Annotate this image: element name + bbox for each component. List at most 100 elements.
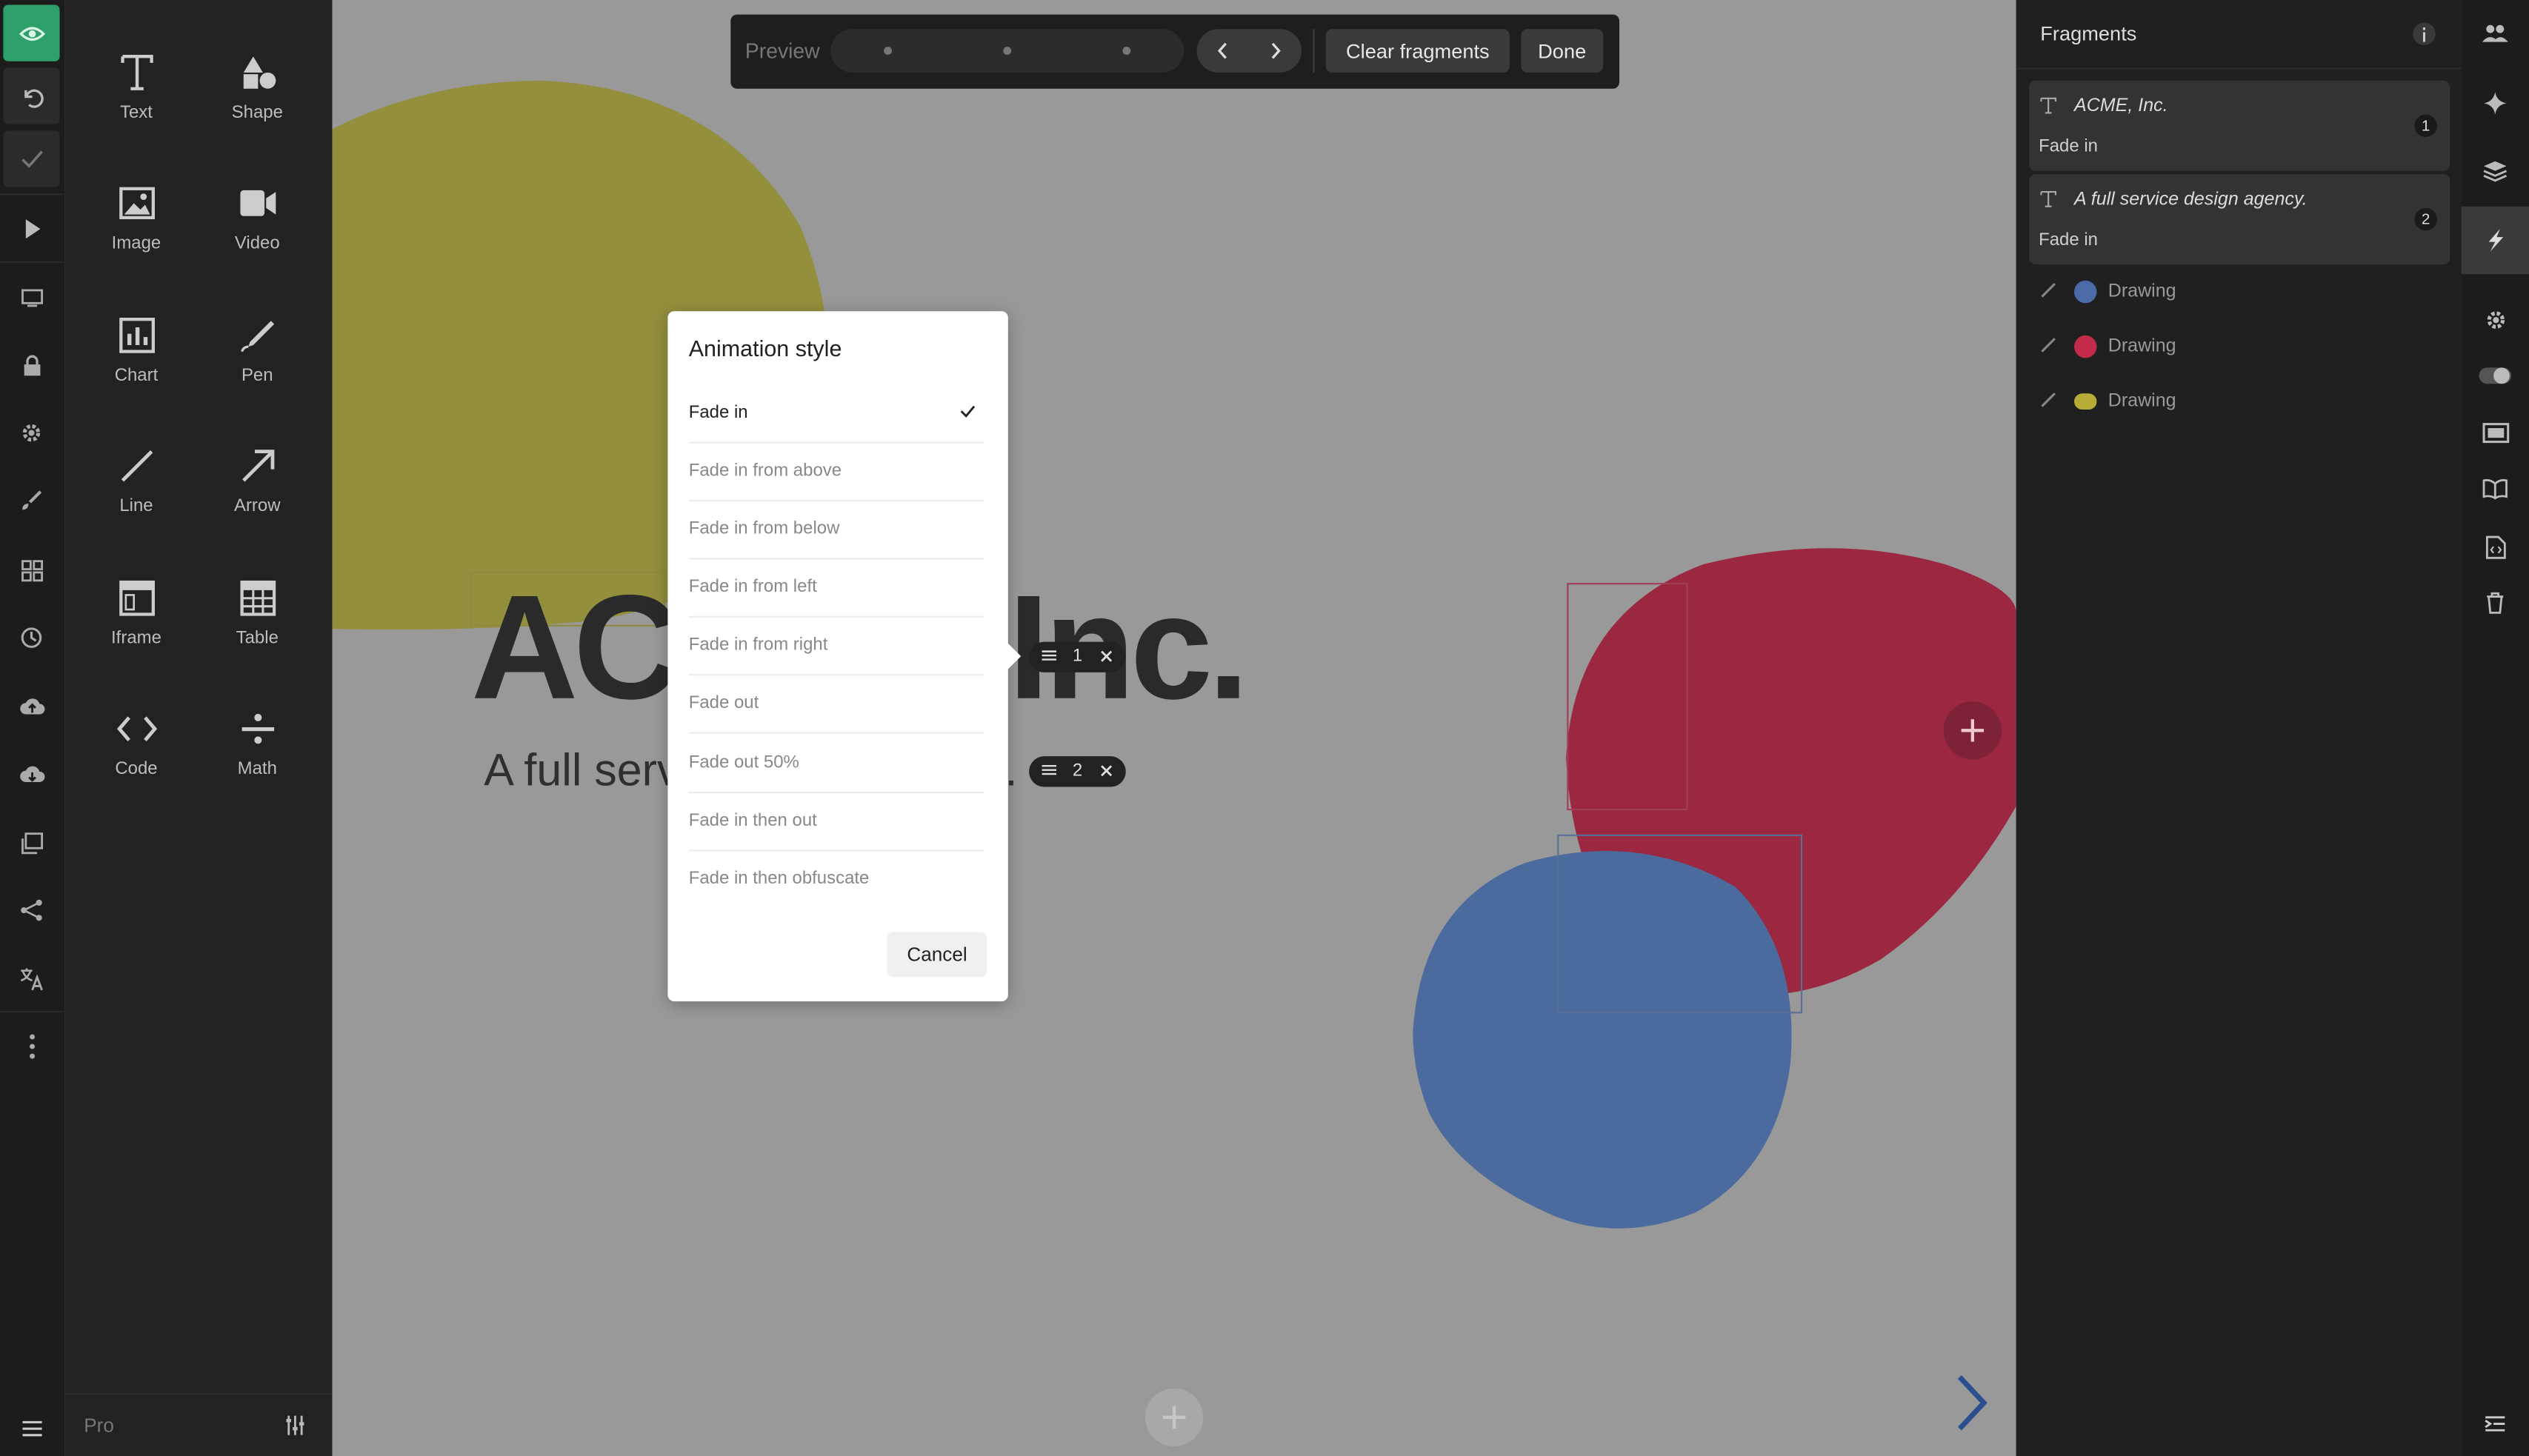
arrow-tool[interactable]: Arrow bbox=[197, 429, 318, 541]
fragment-animation[interactable]: Fade in bbox=[2039, 137, 2098, 156]
fragment-item[interactable]: ACME, Inc. Fade in 1 bbox=[2029, 80, 2450, 171]
toggle-icon[interactable] bbox=[2466, 347, 2524, 404]
tool-label: Pen bbox=[241, 366, 273, 386]
check-icon[interactable] bbox=[3, 130, 60, 187]
shape-tool[interactable]: Shape bbox=[197, 36, 318, 148]
clear-fragments-button[interactable]: Clear fragments bbox=[1325, 29, 1510, 73]
translate-icon[interactable] bbox=[3, 949, 59, 1006]
option-fade-in-from-below[interactable]: Fade in from below bbox=[688, 500, 984, 560]
slide-subtitle-left[interactable]: A full serv bbox=[484, 745, 679, 797]
option-fade-in-then-out[interactable]: Fade in then out bbox=[688, 792, 984, 852]
option-label: Fade out 50% bbox=[688, 752, 799, 772]
option-fade-in-from-right[interactable]: Fade in from right bbox=[688, 616, 984, 676]
option-label: Fade in then out bbox=[688, 811, 817, 831]
close-icon[interactable] bbox=[1100, 649, 1113, 662]
image-tool[interactable]: Image bbox=[76, 166, 196, 278]
text-fragment-icon bbox=[2040, 190, 2057, 208]
done-button[interactable]: Done bbox=[1521, 29, 1604, 73]
add-slide-right-button[interactable] bbox=[1943, 701, 2002, 760]
pen-icon bbox=[2040, 392, 2056, 408]
iframe-tool[interactable]: Iframe bbox=[76, 561, 196, 674]
tool-label: Iframe bbox=[111, 629, 161, 649]
add-slide-below-button[interactable] bbox=[1144, 1388, 1204, 1447]
preview-label: Preview bbox=[744, 39, 820, 63]
book-icon[interactable] bbox=[2466, 460, 2524, 518]
cloud-download-icon[interactable] bbox=[3, 745, 59, 801]
timeline-dot[interactable] bbox=[884, 47, 893, 56]
table-tool[interactable]: Table bbox=[197, 561, 318, 674]
chevron-left-icon[interactable] bbox=[1216, 42, 1229, 60]
tool-label: Line bbox=[119, 496, 153, 516]
fragment-item[interactable]: A full service design agency. Fade in 2 bbox=[2029, 174, 2450, 265]
monitor-icon[interactable] bbox=[3, 270, 59, 326]
cancel-button[interactable]: Cancel bbox=[887, 932, 987, 978]
pen-tool[interactable]: Pen bbox=[197, 298, 318, 411]
lightning-icon[interactable] bbox=[2461, 206, 2529, 275]
drawing-item[interactable]: Drawing bbox=[2029, 270, 2450, 318]
math-tool[interactable]: Math bbox=[197, 692, 318, 804]
layers-icon[interactable] bbox=[2466, 142, 2524, 200]
menu-icon[interactable] bbox=[3, 1400, 59, 1456]
chart-tool[interactable]: Chart bbox=[76, 298, 196, 411]
sparkle-icon[interactable] bbox=[2466, 74, 2524, 132]
more-vertical-icon[interactable] bbox=[3, 1018, 59, 1074]
chevron-right-icon[interactable] bbox=[1270, 42, 1282, 60]
option-label: Fade in from right bbox=[688, 635, 828, 655]
option-fade-out[interactable]: Fade out bbox=[688, 674, 984, 734]
code-tool[interactable]: Code bbox=[76, 692, 196, 804]
option-fade-in[interactable]: Fade in bbox=[688, 384, 984, 444]
math-icon bbox=[239, 704, 275, 752]
line-icon bbox=[119, 442, 154, 490]
eye-icon[interactable] bbox=[3, 4, 60, 61]
fragment-pill[interactable]: 1 bbox=[1029, 641, 1126, 672]
info-icon[interactable] bbox=[2413, 22, 2436, 45]
drag-handle-icon[interactable] bbox=[1042, 648, 1057, 663]
timeline-dot[interactable] bbox=[1122, 47, 1131, 56]
fragments-panel: Fragments ACME, Inc. Fade in 1 A full se… bbox=[2016, 0, 2462, 1456]
code-file-icon[interactable] bbox=[2466, 518, 2524, 575]
users-icon[interactable] bbox=[2466, 5, 2524, 63]
animation-style-dialog: Animation style Fade in Fade in from abo… bbox=[667, 311, 1008, 1002]
next-slide-arrow-icon[interactable] bbox=[1952, 1371, 1994, 1435]
option-fade-in-from-above[interactable]: Fade in from above bbox=[688, 442, 984, 502]
drawing-label: Drawing bbox=[2108, 337, 2176, 357]
option-fade-out-50[interactable]: Fade out 50% bbox=[688, 734, 984, 794]
timeline-dot[interactable] bbox=[1003, 47, 1012, 56]
drawing-item[interactable]: Drawing bbox=[2029, 379, 2450, 427]
arrow-icon bbox=[239, 442, 275, 490]
slide-icon[interactable] bbox=[2466, 403, 2524, 461]
fragments-header: Fragments bbox=[2016, 0, 2462, 70]
clock-icon[interactable] bbox=[3, 610, 59, 666]
undo-icon[interactable] bbox=[3, 67, 60, 124]
drag-handle-icon[interactable] bbox=[1042, 763, 1057, 778]
option-label: Fade in from below bbox=[688, 519, 840, 539]
line-tool[interactable]: Line bbox=[76, 429, 196, 541]
gallery-icon[interactable] bbox=[3, 815, 59, 871]
shape-icon bbox=[238, 48, 276, 96]
trash-icon[interactable] bbox=[2466, 574, 2524, 632]
fragment-timeline[interactable] bbox=[830, 29, 1184, 73]
grid-icon[interactable] bbox=[3, 542, 59, 598]
text-tool[interactable]: Text bbox=[76, 36, 196, 148]
collapse-panel-icon[interactable] bbox=[2466, 1395, 2524, 1452]
blue-drawing bbox=[1413, 851, 1792, 1229]
play-icon[interactable] bbox=[3, 200, 59, 256]
option-fade-in-from-left[interactable]: Fade in from left bbox=[688, 558, 984, 618]
slide-heading-left[interactable]: AC bbox=[471, 564, 681, 734]
fragment-animation[interactable]: Fade in bbox=[2039, 230, 2098, 250]
sliders-icon[interactable] bbox=[284, 1414, 306, 1436]
slide-canvas[interactable]: AC Inc. A full serv . 1 2 bbox=[332, 0, 2016, 1456]
video-tool[interactable]: Video bbox=[197, 166, 318, 278]
gear-icon[interactable] bbox=[2466, 290, 2524, 348]
tool-label: Text bbox=[120, 103, 153, 123]
close-icon[interactable] bbox=[1100, 764, 1113, 777]
lock-icon[interactable] bbox=[3, 337, 59, 393]
share-icon[interactable] bbox=[3, 882, 59, 938]
option-fade-in-then-obfuscate[interactable]: Fade in then obfuscate bbox=[689, 849, 984, 907]
drawing-item[interactable]: Drawing bbox=[2029, 324, 2450, 373]
fragment-pill[interactable]: 2 bbox=[1029, 756, 1126, 787]
brush-icon[interactable] bbox=[3, 472, 59, 529]
chart-icon bbox=[119, 311, 154, 359]
gear-icon[interactable] bbox=[3, 405, 59, 461]
cloud-upload-icon[interactable] bbox=[3, 677, 59, 733]
